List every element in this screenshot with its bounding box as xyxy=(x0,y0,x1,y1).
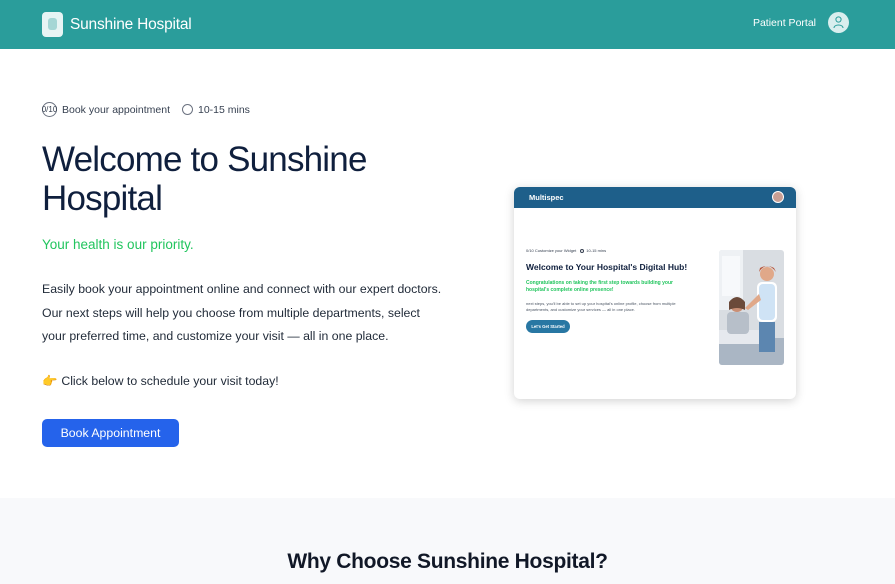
preview-title: Welcome to Your Hospital's Digital Hub! xyxy=(526,262,688,272)
preview-step-label: Customize your Widget xyxy=(534,248,577,253)
time-estimate: 10-15 mins xyxy=(197,103,250,116)
top-navbar: Sunshine Hospital Patient Portal xyxy=(0,0,895,49)
cta-text-label: Click below to schedule your visit today… xyxy=(61,374,279,388)
cta-text: 👉 Click below to schedule your visit toda… xyxy=(42,374,279,389)
section-heading: Why Choose Sunshine Hospital? xyxy=(287,550,608,573)
app-preview-card: Multispec 0/10 Customize your Widget 10-… xyxy=(514,187,796,399)
preview-time: 10-15 mins xyxy=(586,248,607,253)
brand-name: Sunshine Hospital xyxy=(70,15,192,33)
step-label: Book your appointment xyxy=(62,103,170,116)
page-title: Welcome to Sunshine Hospital xyxy=(42,140,367,218)
preview-progress: 0/10 Customize your Widget 10-15 mins xyxy=(526,248,606,253)
preview-step: 0/10 xyxy=(526,248,534,253)
preview-clock-icon xyxy=(580,248,585,253)
preview-app-name: Multispec xyxy=(529,193,564,202)
preview-avatar xyxy=(772,191,784,203)
intro-paragraph: Easily book your appointment online and … xyxy=(42,282,442,343)
preview-get-started-button: Let's Get Started xyxy=(526,320,570,333)
clock-icon xyxy=(181,104,193,115)
preview-body: next steps, you'll be able to set up you… xyxy=(526,301,676,312)
nurse-patient-photo xyxy=(719,250,784,365)
user-silhouette-icon xyxy=(833,16,844,29)
patient-portal-link[interactable]: Patient Portal xyxy=(753,17,816,29)
hospital-logo-icon xyxy=(42,12,63,37)
user-icon[interactable] xyxy=(828,12,849,33)
preview-highlight: Congratulations on taking the first step… xyxy=(526,280,673,293)
preview-header: Multispec xyxy=(514,187,796,208)
tagline: Your health is our priority. xyxy=(42,237,194,252)
progress-indicator: 0/10 Book your appointment 10-15 mins xyxy=(42,102,250,117)
book-appointment-button[interactable]: Book Appointment xyxy=(42,419,179,447)
brand[interactable]: Sunshine Hospital xyxy=(42,12,192,37)
pointing-hand-icon: 👉 xyxy=(42,374,58,388)
patient-portal[interactable]: Patient Portal xyxy=(753,12,849,33)
step-counter-badge: 0/10 xyxy=(42,102,57,117)
